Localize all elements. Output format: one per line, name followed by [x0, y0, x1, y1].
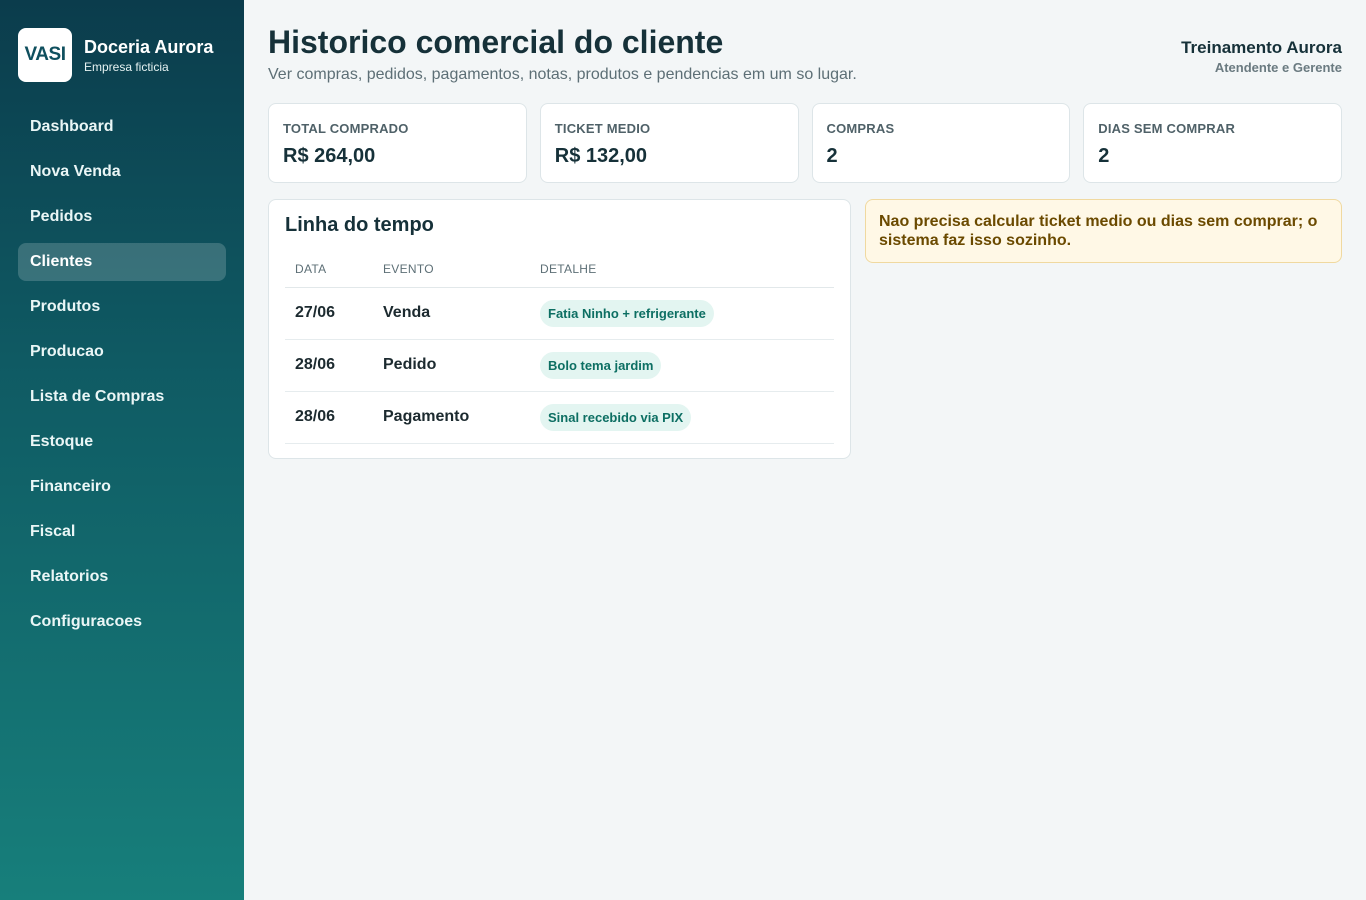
stat-value: R$ 264,00	[283, 145, 376, 167]
stat-card-compras: COMPRAS 2	[811, 103, 1071, 183]
stat-value: 2	[1098, 145, 1110, 167]
stat-card-total-comprado: TOTAL COMPRADO R$ 264,00	[268, 103, 527, 183]
cell-data: 28/06	[285, 391, 373, 444]
table-row[interactable]: 28/06 Pagamento Sinal recebido via PIX	[285, 391, 834, 444]
cell-detalhe: Bolo tema jardim	[530, 339, 834, 392]
sidebar-item-nova-venda[interactable]: Nova Venda	[18, 153, 226, 191]
stat-label: DIAS SEM COMPRAR	[1098, 121, 1236, 136]
brand-logo[interactable]: VASI	[18, 28, 72, 82]
table-row[interactable]: 28/06 Pedido Bolo tema jardim	[285, 339, 834, 392]
info-notice: Nao precisa calcular ticket medio ou dia…	[865, 199, 1342, 263]
stat-label: TOTAL COMPRADO	[283, 121, 409, 136]
stat-value: R$ 132,00	[554, 145, 648, 167]
sidebar-item-financeiro[interactable]: Financeiro	[18, 468, 226, 506]
cell-detalhe: Fatia Ninho + refrigerante	[530, 287, 834, 340]
sidebar-item-fiscal[interactable]: Fiscal	[18, 513, 226, 551]
cell-data: 28/06	[285, 339, 373, 392]
cell-data: 27/06	[285, 287, 373, 340]
stat-card-dias-sem-comprar: DIAS SEM COMPRAR 2	[1083, 103, 1342, 183]
detail-badge: Fatia Ninho + refrigerante	[540, 299, 714, 327]
table-header-row: DATA EVENTO DETALHE	[285, 251, 834, 288]
column-header-data: DATA	[285, 251, 373, 288]
stat-value: 2	[826, 145, 838, 167]
brand-text: Doceria Aurora Empresa ficticia	[84, 36, 213, 74]
stat-label: TICKET MEDIO	[554, 121, 651, 136]
column-header-detalhe: DETALHE	[530, 251, 834, 288]
user-role: Atendente e Gerente	[1214, 60, 1342, 75]
brand: VASI Doceria Aurora Empresa ficticia	[18, 28, 213, 82]
column-header-evento: EVENTO	[373, 251, 530, 288]
sidebar-item-configuracoes[interactable]: Configuracoes	[18, 603, 226, 641]
timeline-title: Linha do tempo	[285, 214, 434, 236]
sidebar-item-lista-de-compras[interactable]: Lista de Compras	[18, 378, 226, 416]
brand-subtitle: Empresa ficticia	[84, 60, 169, 74]
detail-badge: Sinal recebido via PIX	[540, 403, 692, 431]
sidebar-nav: Dashboard Nova Venda Pedidos Clientes Pr…	[18, 108, 226, 648]
cell-evento: Pagamento	[373, 391, 530, 444]
cell-evento: Pedido	[373, 339, 530, 392]
sidebar-item-pedidos[interactable]: Pedidos	[18, 198, 226, 236]
sidebar: VASI Doceria Aurora Empresa ficticia Das…	[0, 0, 244, 900]
page-title: Historico comercial do cliente	[268, 24, 724, 60]
table-row[interactable]: 27/06 Venda Fatia Ninho + refrigerante	[285, 287, 834, 340]
sidebar-item-relatorios[interactable]: Relatorios	[18, 558, 226, 596]
detail-badge: Bolo tema jardim	[540, 351, 662, 379]
user-name: Treinamento Aurora	[1181, 38, 1342, 57]
user-info: Treinamento Aurora Atendente e Gerente	[1181, 38, 1342, 75]
page-subtitle: Ver compras, pedidos, pagamentos, notas,…	[268, 66, 857, 83]
sidebar-item-producao[interactable]: Producao	[18, 333, 226, 371]
cell-evento: Venda	[373, 287, 530, 340]
stat-card-ticket-medio: TICKET MEDIO R$ 132,00	[539, 103, 799, 183]
sidebar-item-estoque[interactable]: Estoque	[18, 423, 226, 461]
timeline-panel: Linha do tempo DATA EVENTO DETALHE 27/06…	[268, 199, 851, 459]
sidebar-item-produtos[interactable]: Produtos	[18, 288, 226, 326]
sidebar-item-dashboard[interactable]: Dashboard	[18, 108, 226, 146]
timeline-table: DATA EVENTO DETALHE 27/06 Venda Fatia Ni…	[285, 251, 834, 444]
cell-detalhe: Sinal recebido via PIX	[530, 391, 834, 444]
sidebar-item-clientes[interactable]: Clientes	[18, 243, 226, 281]
brand-name: Doceria Aurora	[84, 37, 214, 57]
stats-row: TOTAL COMPRADO R$ 264,00 TICKET MEDIO R$…	[268, 103, 1342, 183]
stat-label: COMPRAS	[826, 121, 895, 136]
